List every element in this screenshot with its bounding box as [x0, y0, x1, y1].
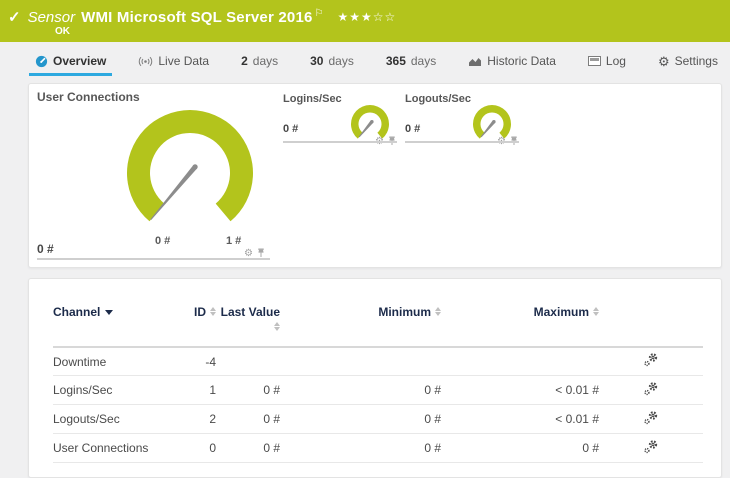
primary-gauge: [127, 110, 254, 222]
channels-panel: Channel ID Last Value Minimum Maximum Do…: [28, 278, 722, 478]
channel-maximum: < 0.01 #: [555, 383, 599, 398]
gauge-underline: [405, 141, 519, 143]
gauge-icon: [35, 55, 48, 68]
table-row: Downtime -4: [53, 347, 703, 376]
channel-name[interactable]: Downtime: [53, 347, 186, 376]
channel-id: 2: [209, 412, 216, 427]
channel-settings-gears-icon[interactable]: [643, 410, 659, 429]
column-header-actions: [599, 305, 703, 347]
channel-last-value: 0 #: [263, 383, 280, 398]
sort-icon: [274, 321, 280, 331]
sort-desc-icon: [105, 310, 114, 316]
channel-last-value: 0 #: [263, 412, 280, 427]
tab-overview-label: Overview: [53, 54, 107, 68]
channel-name[interactable]: User Connections: [53, 434, 186, 463]
tab-365-days[interactable]: 365 days: [384, 42, 438, 80]
priority-stars[interactable]: ★★★☆☆: [338, 10, 397, 24]
column-header-last-value[interactable]: Last Value: [216, 305, 280, 347]
tab-historic-data-label: Historic Data: [487, 54, 556, 68]
gauges-panel: User Connections 0 # 1 # 0 # ⚙ Logins/Se…: [28, 83, 722, 268]
tab-2-days[interactable]: 2 days: [239, 42, 280, 80]
logouts-gauge-block: Logouts/Sec 0 # ⚙: [405, 93, 519, 147]
tab-log-label: Log: [605, 54, 626, 68]
channel-id: 1: [209, 383, 216, 398]
channel-minimum: 0 #: [424, 383, 441, 398]
primary-gauge-scale-max: 1 #: [226, 235, 242, 247]
tab-30-days[interactable]: 30 days: [308, 42, 356, 80]
status-badge: OK: [55, 26, 70, 37]
channel-name[interactable]: Logins/Sec: [53, 376, 186, 405]
logins-gauge-value: 0 #: [283, 123, 299, 135]
channel-settings-gears-icon[interactable]: [643, 352, 659, 371]
channel-last-value: 0 #: [263, 441, 280, 456]
gauge-pin-icon[interactable]: [257, 245, 265, 263]
logouts-gauge-title: Logouts/Sec: [405, 93, 472, 105]
table-header-row: Channel ID Last Value Minimum Maximum: [53, 305, 703, 347]
logins-gauge-title: Logins/Sec: [283, 93, 342, 105]
channel-minimum: [280, 347, 441, 376]
sensor-title: WMI Microsoft SQL Server 2016: [81, 9, 313, 26]
tab-30-days-number: 30: [310, 54, 324, 68]
channel-minimum: 0 #: [424, 441, 441, 456]
table-row: Logins/Sec 1 0 # 0 # < 0.01 #: [53, 376, 703, 405]
tab-30-days-unit: days: [328, 54, 354, 68]
channel-maximum: 0 #: [582, 441, 599, 456]
tab-settings[interactable]: ⚙ Settings: [656, 42, 720, 80]
gauge-underline: [283, 141, 397, 143]
tab-2-days-unit: days: [252, 54, 279, 68]
channel-maximum: < 0.01 #: [555, 412, 599, 427]
channel-minimum: 0 #: [424, 412, 441, 427]
tab-live-data[interactable]: Live Data: [136, 42, 211, 80]
logouts-gauge-value: 0 #: [405, 123, 421, 135]
tab-2-days-number: 2: [241, 54, 248, 68]
tab-historic-data[interactable]: Historic Data: [466, 42, 558, 80]
table-row: User Connections 0 0 # 0 # 0 #: [53, 434, 703, 463]
status-ok-check-icon: ✓: [8, 9, 21, 26]
column-header-id[interactable]: ID: [186, 305, 216, 347]
channel-id: -4: [205, 354, 216, 369]
tab-365-days-unit: days: [410, 54, 437, 68]
channel-name[interactable]: Logouts/Sec: [53, 405, 186, 434]
sort-icon: [210, 307, 216, 317]
area-chart-icon: [468, 56, 482, 67]
flag-icon[interactable]: ⚐: [315, 8, 324, 19]
column-header-minimum[interactable]: Minimum: [280, 305, 441, 347]
channel-last-value: [216, 347, 280, 376]
live-data-icon: [138, 56, 153, 67]
sort-icon: [435, 307, 441, 317]
table-row: Logouts/Sec 2 0 # 0 # < 0.01 #: [53, 405, 703, 434]
tab-365-days-number: 365: [385, 54, 406, 68]
channel-id: 0: [209, 441, 216, 456]
tab-overview[interactable]: Overview: [28, 42, 113, 80]
logins-gauge-block: Logins/Sec 0 # ⚙: [283, 93, 397, 147]
sort-icon: [593, 307, 599, 317]
gauge-underline: [37, 258, 270, 260]
primary-gauge-value: 0 #: [37, 242, 54, 256]
channel-settings-gears-icon[interactable]: [643, 381, 659, 400]
log-window-icon: [587, 56, 601, 66]
object-kind-label: Sensor: [27, 9, 76, 26]
tab-settings-label: Settings: [674, 54, 718, 68]
tab-bar: Overview Live Data 2 days 30 days 365 da…: [0, 42, 730, 80]
gauge-needle: [150, 165, 197, 220]
column-header-maximum[interactable]: Maximum: [441, 305, 599, 347]
channels-table: Channel ID Last Value Minimum Maximum Do…: [53, 305, 703, 463]
primary-gauge-scale-min: 0 #: [155, 235, 171, 247]
sensor-status-bar: ✓ Sensor WMI Microsoft SQL Server 2016 ⚐…: [0, 0, 730, 42]
gauge-arc: [127, 110, 254, 222]
gear-icon: ⚙: [657, 53, 670, 69]
column-header-channel[interactable]: Channel: [53, 305, 186, 347]
tab-log[interactable]: Log: [586, 42, 628, 80]
channel-maximum: [441, 347, 599, 376]
tab-live-data-label: Live Data: [158, 54, 210, 68]
